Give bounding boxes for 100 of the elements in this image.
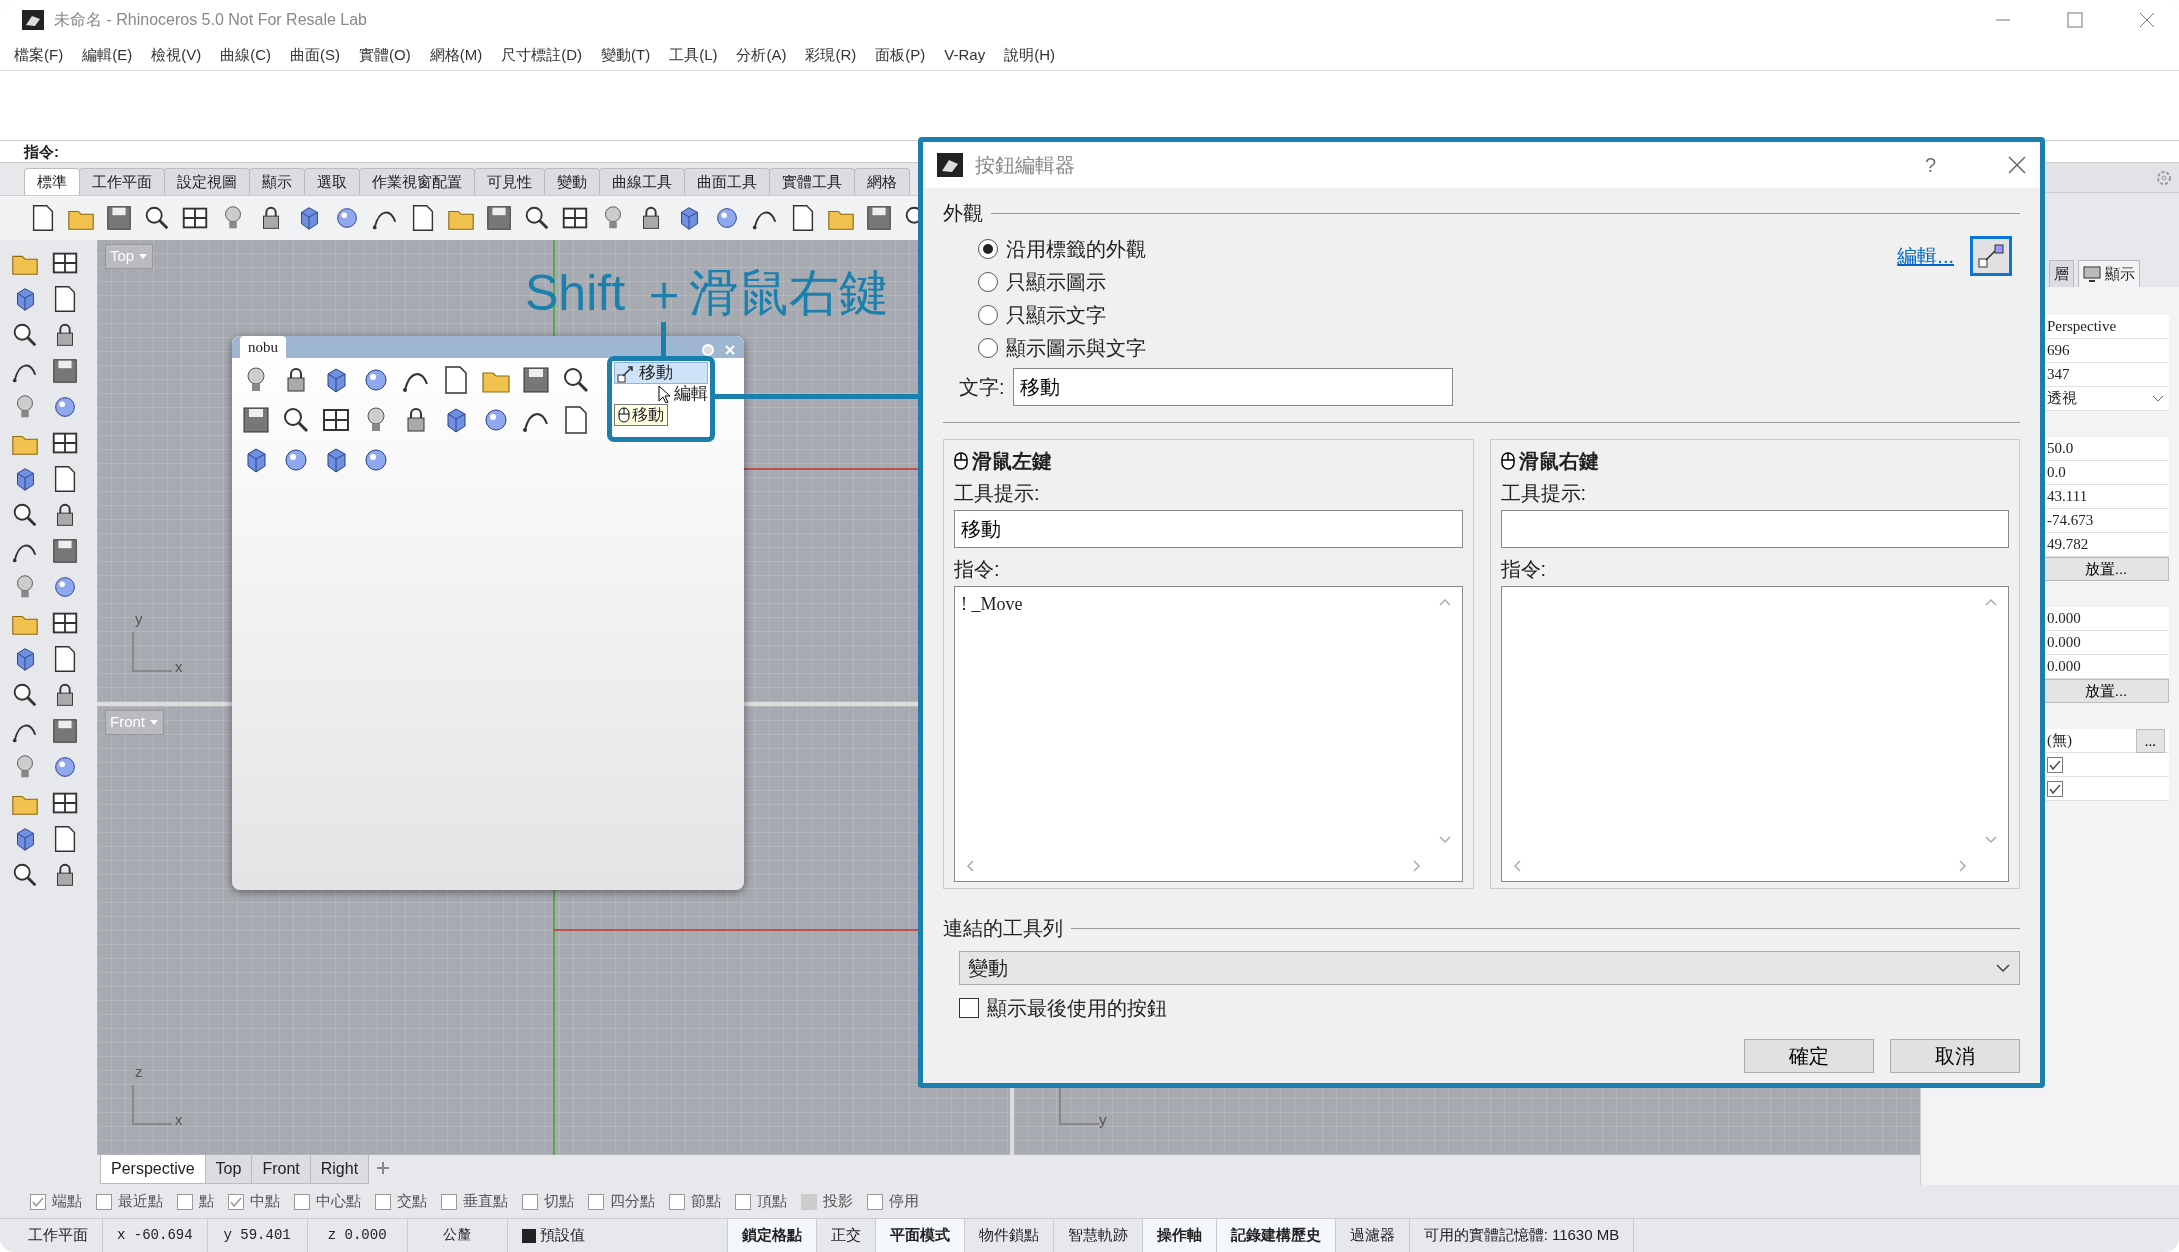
group-heading: 滑鼠右鍵 <box>1518 449 1599 474</box>
help-button[interactable]: ? <box>1924 150 1936 180</box>
menu-item[interactable]: 尺寸標註(D) <box>501 43 582 67</box>
menu-item[interactable]: 曲面(S) <box>290 43 340 67</box>
radio-button[interactable] <box>978 271 998 292</box>
place-button[interactable]: 放置... <box>2043 679 2169 703</box>
property-value[interactable]: 0.000 <box>2043 631 2169 655</box>
property-value[interactable]: 696 <box>2043 339 2169 363</box>
toolbar-tab[interactable]: 實體工具 <box>769 167 855 195</box>
checkbox-icon[interactable] <box>588 1193 604 1210</box>
toolbar-tab[interactable]: nobu <box>240 336 286 358</box>
dialog-button[interactable]: 確定 <box>1744 1039 1874 1073</box>
menu-item[interactable]: 檢視(V) <box>151 43 202 67</box>
toolbar-button[interactable]: 移動 <box>614 362 708 384</box>
toolbar-tab[interactable]: 設定視圖 <box>164 167 250 195</box>
menu-item[interactable]: 實體(O) <box>359 43 411 67</box>
viewport-tab[interactable]: Perspective <box>100 1155 206 1184</box>
checkbox-icon[interactable] <box>735 1193 751 1210</box>
property-dropdown[interactable]: 透視 <box>2043 387 2169 411</box>
layer-field[interactable]: 預設值 <box>507 1219 728 1252</box>
toolbar-tab[interactable]: 作業視窗配置 <box>359 167 475 195</box>
toolbar-tab[interactable]: 工作平面 <box>79 167 165 195</box>
property-value[interactable]: Perspective <box>2043 315 2169 339</box>
menu-item[interactable]: 曲線(C) <box>220 43 271 67</box>
checkbox-icon[interactable] <box>522 1193 538 1210</box>
viewport-tab[interactable]: Front <box>251 1155 311 1184</box>
toolbar-tab[interactable]: 曲線工具 <box>599 167 685 195</box>
status-toggle[interactable]: 正交 <box>816 1219 876 1252</box>
radio-button[interactable] <box>978 304 998 325</box>
toolbar-tab[interactable]: 標準 <box>24 167 80 195</box>
toolbar-tab[interactable]: 顯示 <box>249 167 305 195</box>
menu-item[interactable]: 分析(A) <box>736 43 787 67</box>
checkbox-icon[interactable] <box>96 1193 112 1210</box>
osnap-label: 節點 <box>691 1191 721 1212</box>
menu-item[interactable]: 彩現(R) <box>805 43 857 67</box>
radio-button[interactable] <box>978 238 998 259</box>
tooltip-field[interactable] <box>1500 510 2009 548</box>
menu-item[interactable]: 變動(T) <box>601 43 651 67</box>
chevron-icon <box>1995 963 2011 973</box>
checkbox-icon[interactable] <box>177 1193 193 1210</box>
checkbox-icon[interactable] <box>375 1193 391 1210</box>
tooltip-field[interactable]: 移動 <box>954 510 1463 548</box>
checkbox-icon[interactable] <box>294 1193 310 1210</box>
checkbox-icon[interactable] <box>441 1193 457 1210</box>
property-value[interactable]: 0.0 <box>2043 461 2169 485</box>
checkbox-icon[interactable] <box>867 1193 883 1210</box>
close-icon[interactable] <box>2137 10 2157 30</box>
status-toggle[interactable]: 操作軸 <box>1142 1219 1217 1252</box>
menu-item[interactable]: 編輯 <box>674 384 708 404</box>
text-field[interactable]: 移動 <box>1012 368 1453 406</box>
radio-button[interactable] <box>978 337 998 358</box>
property-value[interactable]: -74.673 <box>2043 509 2169 533</box>
window-title: 未命名 - Rhinoceros 5.0 Not For Resale Lab <box>54 10 368 30</box>
status-toggle[interactable]: 平面模式 <box>875 1219 965 1252</box>
property-value[interactable]: 49.782 <box>2043 533 2169 557</box>
status-toggle[interactable]: 智慧軌跡 <box>1053 1219 1143 1252</box>
status-toggle[interactable]: 記錄建構歷史 <box>1216 1219 1336 1252</box>
viewport-tab[interactable]: Top <box>204 1155 253 1184</box>
checkbox-checked-icon[interactable] <box>2047 756 2063 773</box>
menu-item[interactable]: 說明(H) <box>1004 43 1055 67</box>
status-toggle[interactable]: 物件鎖點 <box>964 1219 1054 1252</box>
toolbar-tab[interactable]: 可見性 <box>474 167 545 195</box>
app-logo-icon <box>22 10 44 30</box>
checkbox-checked-icon[interactable] <box>2047 780 2063 797</box>
checkbox-icon[interactable] <box>959 998 979 1018</box>
toolbar-tab[interactable]: 變動 <box>544 167 600 195</box>
field-label: 工具提示: <box>1500 481 1588 506</box>
panel-tab[interactable]: 層 <box>2049 259 2074 287</box>
property-value[interactable]: 50.0 <box>2043 437 2169 461</box>
status-field: 公釐 <box>407 1219 508 1252</box>
viewport-tab[interactable]: Right <box>309 1155 370 1184</box>
property-value[interactable]: (無) <box>2047 729 2072 752</box>
toolbar-tab[interactable]: 曲面工具 <box>684 167 770 195</box>
panel-tab[interactable]: 顯示 <box>2078 259 2140 287</box>
menu-item[interactable]: 面板(P) <box>875 43 926 67</box>
icon-button[interactable] <box>1970 236 2012 276</box>
property-value[interactable]: 0.000 <box>2043 607 2169 631</box>
property-value[interactable]: 43.111 <box>2043 485 2169 509</box>
toolbar-dropdown[interactable]: 變動 <box>959 951 2020 985</box>
toolbar-tab[interactable]: 選取 <box>304 167 360 195</box>
property-value[interactable]: 0.000 <box>2043 655 2169 679</box>
menu-item[interactable]: 網格(M) <box>429 43 483 67</box>
menu-item[interactable]: 編輯(E) <box>82 43 133 67</box>
toolbar-tab[interactable]: 網格 <box>854 167 910 195</box>
mouse-icon <box>1500 452 1515 470</box>
menu-item[interactable]: 工具(L) <box>669 43 718 67</box>
status-toggle[interactable]: 過濾器 <box>1335 1219 1410 1252</box>
menu-item[interactable]: V-Ray <box>944 43 986 67</box>
checkbox-icon[interactable] <box>669 1193 685 1210</box>
property-value[interactable]: 347 <box>2043 363 2169 387</box>
edit-link[interactable]: 編輯... <box>1897 241 1954 271</box>
browse-button[interactable]: ... <box>2135 728 2165 753</box>
close-icon[interactable] <box>2008 156 2026 174</box>
checkbox-checked-icon[interactable] <box>30 1193 46 1210</box>
checkbox-checked-icon[interactable] <box>228 1193 244 1210</box>
dialog-button[interactable]: 取消 <box>1890 1039 2020 1073</box>
gear-icon[interactable] <box>700 342 716 358</box>
menu-item[interactable]: 檔案(F) <box>14 43 64 67</box>
status-toggle[interactable]: 鎖定格點 <box>727 1219 817 1252</box>
place-button[interactable]: 放置... <box>2043 557 2169 581</box>
